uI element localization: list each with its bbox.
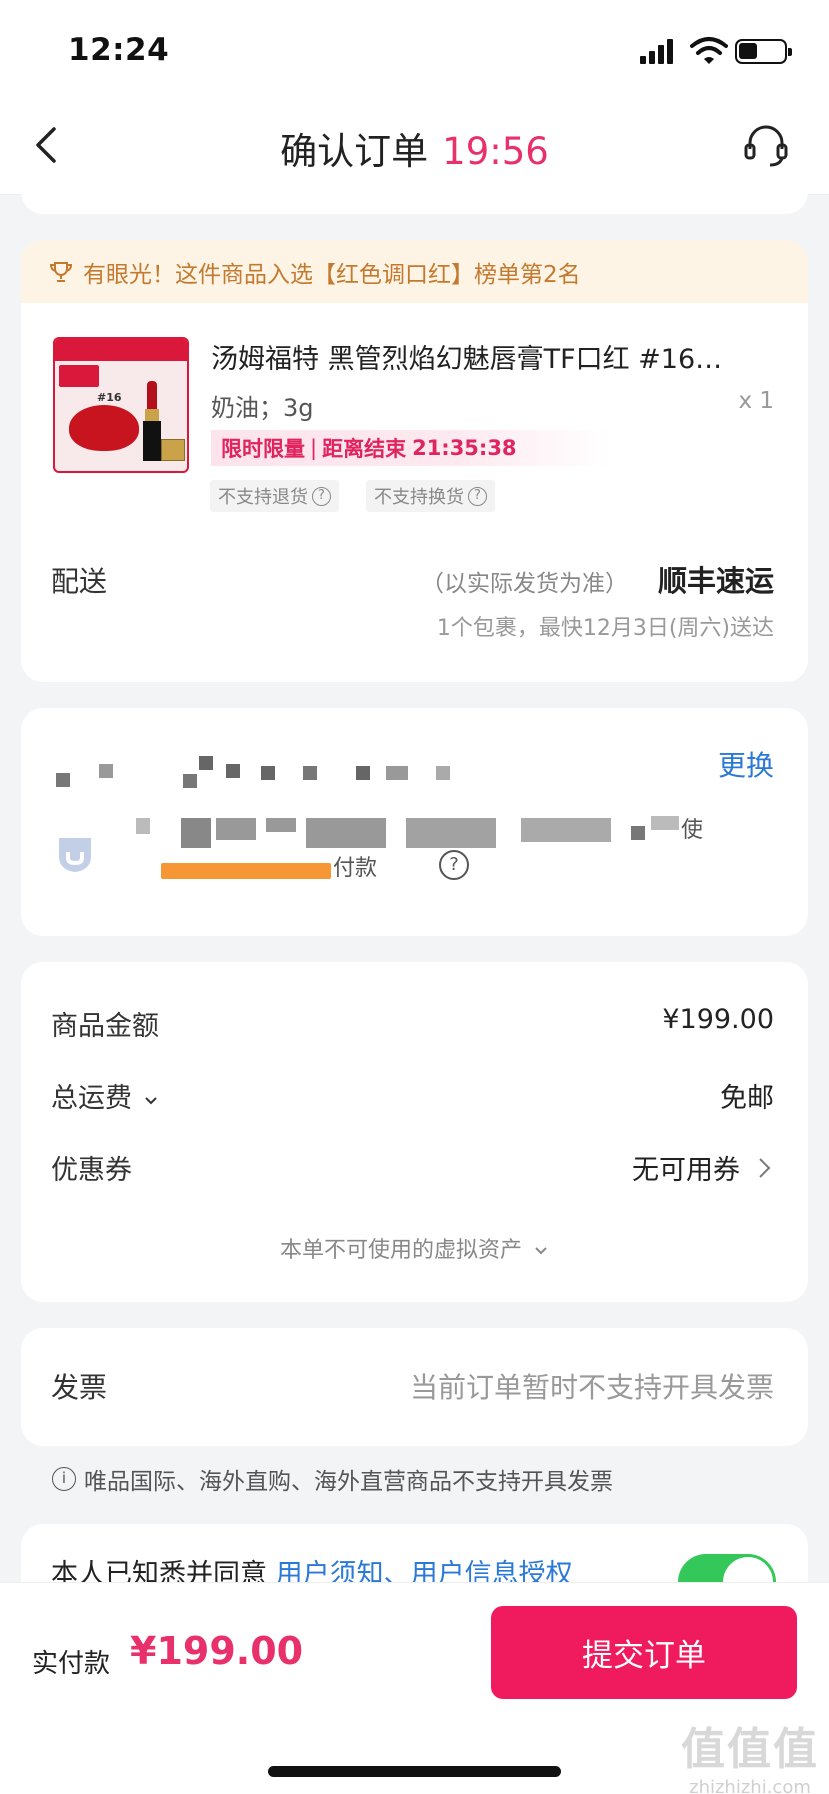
product-card: 有眼光！这件商品入选【红色调口红】榜单第2名 #16 汤姆福特 黑管烈焰幻魅唇膏…	[21, 240, 808, 682]
help-icon: ?	[468, 486, 487, 506]
battery-icon	[735, 39, 792, 64]
promo-countdown-label: 距离结束	[322, 437, 407, 461]
blurred-address-line	[261, 766, 275, 780]
promo-countdown: 21:35:38	[412, 436, 517, 460]
blurred-address-line	[56, 773, 70, 787]
blurred-detail-line	[136, 818, 150, 834]
payment-trailing-fragment: 使	[681, 818, 704, 843]
shipping-note: （以实际发货为准）	[421, 571, 628, 597]
chevron-down-icon	[144, 1097, 157, 1105]
rank-banner-text: 有眼光！这件商品入选【红色调口红】榜单第2名	[83, 261, 581, 288]
page-title-text: 确认订单	[280, 130, 429, 173]
shipping-fee-value: 免邮	[720, 1083, 774, 1114]
invoice-note-text: 唯品国际、海外直购、海外直营商品不支持开具发票	[84, 1469, 613, 1495]
blurred-address-line	[183, 774, 197, 788]
blurred-detail-line	[631, 826, 645, 840]
watermark-url: zhizhizhi.com	[689, 1777, 811, 1794]
invoice-value: 当前订单暂时不支持开具发票	[409, 1371, 774, 1404]
blurred-address-line	[199, 756, 213, 770]
trophy-icon	[49, 261, 73, 282]
product-quantity: x 1	[738, 388, 774, 414]
price-summary-card: 商品金额 ¥199.00 总运费 免邮 优惠券 无可用券 本单不可使用的虚拟资产	[21, 962, 808, 1302]
invoice-card: 发票 当前订单暂时不支持开具发票	[21, 1328, 808, 1446]
product-title[interactable]: 汤姆福特 黑管烈焰幻魅唇膏TF口红 #16…	[211, 337, 781, 376]
status-time: 12:24	[68, 32, 170, 68]
shipping-label: 配送	[51, 565, 108, 598]
blurred-address-line	[356, 766, 370, 780]
watermark: 值值值 zhizhizhi.com	[681, 1713, 819, 1794]
promo-label: 限时限量	[221, 437, 305, 461]
no-exchange-label: 不支持换货	[374, 487, 464, 508]
shipping-fee-label[interactable]: 总运费	[51, 1076, 159, 1115]
blurred-address-line	[386, 766, 408, 780]
signal-icon	[640, 38, 678, 64]
invoice-note: i 唯品国际、海外直购、海外直营商品不支持开具发票	[52, 1462, 613, 1496]
submit-order-label: 提交订单	[582, 1638, 706, 1674]
blurred-detail-line	[521, 818, 611, 842]
shield-icon	[59, 838, 91, 872]
submit-order-button[interactable]: 提交订单	[491, 1606, 797, 1699]
blurred-address-line	[99, 764, 113, 778]
order-countdown: 19:56	[442, 130, 549, 173]
product-spec: 奶油；3g	[211, 394, 314, 422]
blurred-detail-line	[216, 818, 256, 840]
shipping-fee-label-text: 总运费	[51, 1083, 132, 1114]
pay-amount: ¥199.00	[130, 1629, 304, 1673]
blurred-address-line	[303, 766, 317, 780]
chevron-right-icon	[759, 1157, 771, 1178]
address-card[interactable]: 更换 使 付款 ?	[21, 708, 808, 936]
coupon-label: 优惠券	[51, 1155, 132, 1186]
blurred-detail-line	[266, 818, 296, 832]
checkout-bar: 实付款 ¥199.00 提交订单 值值值 zhizhizhi.com	[0, 1582, 829, 1794]
previous-card-edge	[21, 170, 808, 214]
no-return-tag[interactable]: 不支持退货?	[210, 480, 339, 512]
no-return-label: 不支持退货	[218, 487, 308, 508]
payment-method-highlight	[161, 863, 331, 879]
no-exchange-tag[interactable]: 不支持换货?	[366, 480, 495, 512]
info-icon: i	[52, 1467, 76, 1491]
status-bar: 12:24	[0, 0, 829, 95]
pay-label: 实付款	[32, 1649, 111, 1679]
rank-banner[interactable]: 有眼光！这件商品入选【红色调口红】榜单第2名	[21, 240, 808, 303]
invoice-label: 发票	[51, 1371, 108, 1404]
blurred-address-line	[436, 766, 450, 780]
coupon-selector[interactable]: 无可用券	[632, 1148, 774, 1187]
customer-service-icon[interactable]	[742, 123, 790, 169]
shipping-method[interactable]: 顺丰速运	[658, 558, 774, 600]
blurred-detail-line	[181, 818, 211, 848]
watermark-logo: 值值值	[681, 1724, 819, 1775]
blurred-address-line	[226, 764, 240, 778]
payment-method-fragment: 付款	[333, 856, 378, 881]
flash-sale-promo: 限时限量 | 距离结束 21:35:38	[211, 430, 611, 466]
change-address-button[interactable]: 更换	[718, 744, 774, 784]
goods-amount-value: ¥199.00	[662, 1004, 774, 1035]
blurred-detail-line	[406, 818, 496, 848]
blurred-detail-line	[306, 818, 386, 848]
shipping-eta: 1个包裹，最快12月3日(周六)送达	[436, 616, 774, 641]
home-indicator[interactable]	[268, 1766, 561, 1777]
wifi-icon	[690, 37, 728, 64]
page-title: 确认订单 19:56	[0, 121, 829, 175]
virtual-assets-toggle[interactable]: 本单不可使用的虚拟资产	[21, 1232, 808, 1264]
product-image-caption: #16	[97, 391, 122, 404]
help-icon: ?	[312, 486, 331, 506]
order-confirm-page: 12:24 确认订单 19:56 有眼光！这件商品入选【红色调口红】榜单第2名 …	[0, 0, 829, 1794]
goods-amount-label: 商品金额	[51, 1011, 159, 1042]
product-image[interactable]: #16	[53, 337, 189, 473]
promo-separator: |	[310, 436, 318, 460]
coupon-value: 无可用券	[632, 1155, 740, 1186]
chevron-down-icon	[535, 1247, 547, 1255]
virtual-assets-text: 本单不可使用的虚拟资产	[279, 1238, 522, 1263]
blurred-detail-line	[651, 816, 679, 830]
payment-help-icon[interactable]: ?	[439, 850, 469, 880]
